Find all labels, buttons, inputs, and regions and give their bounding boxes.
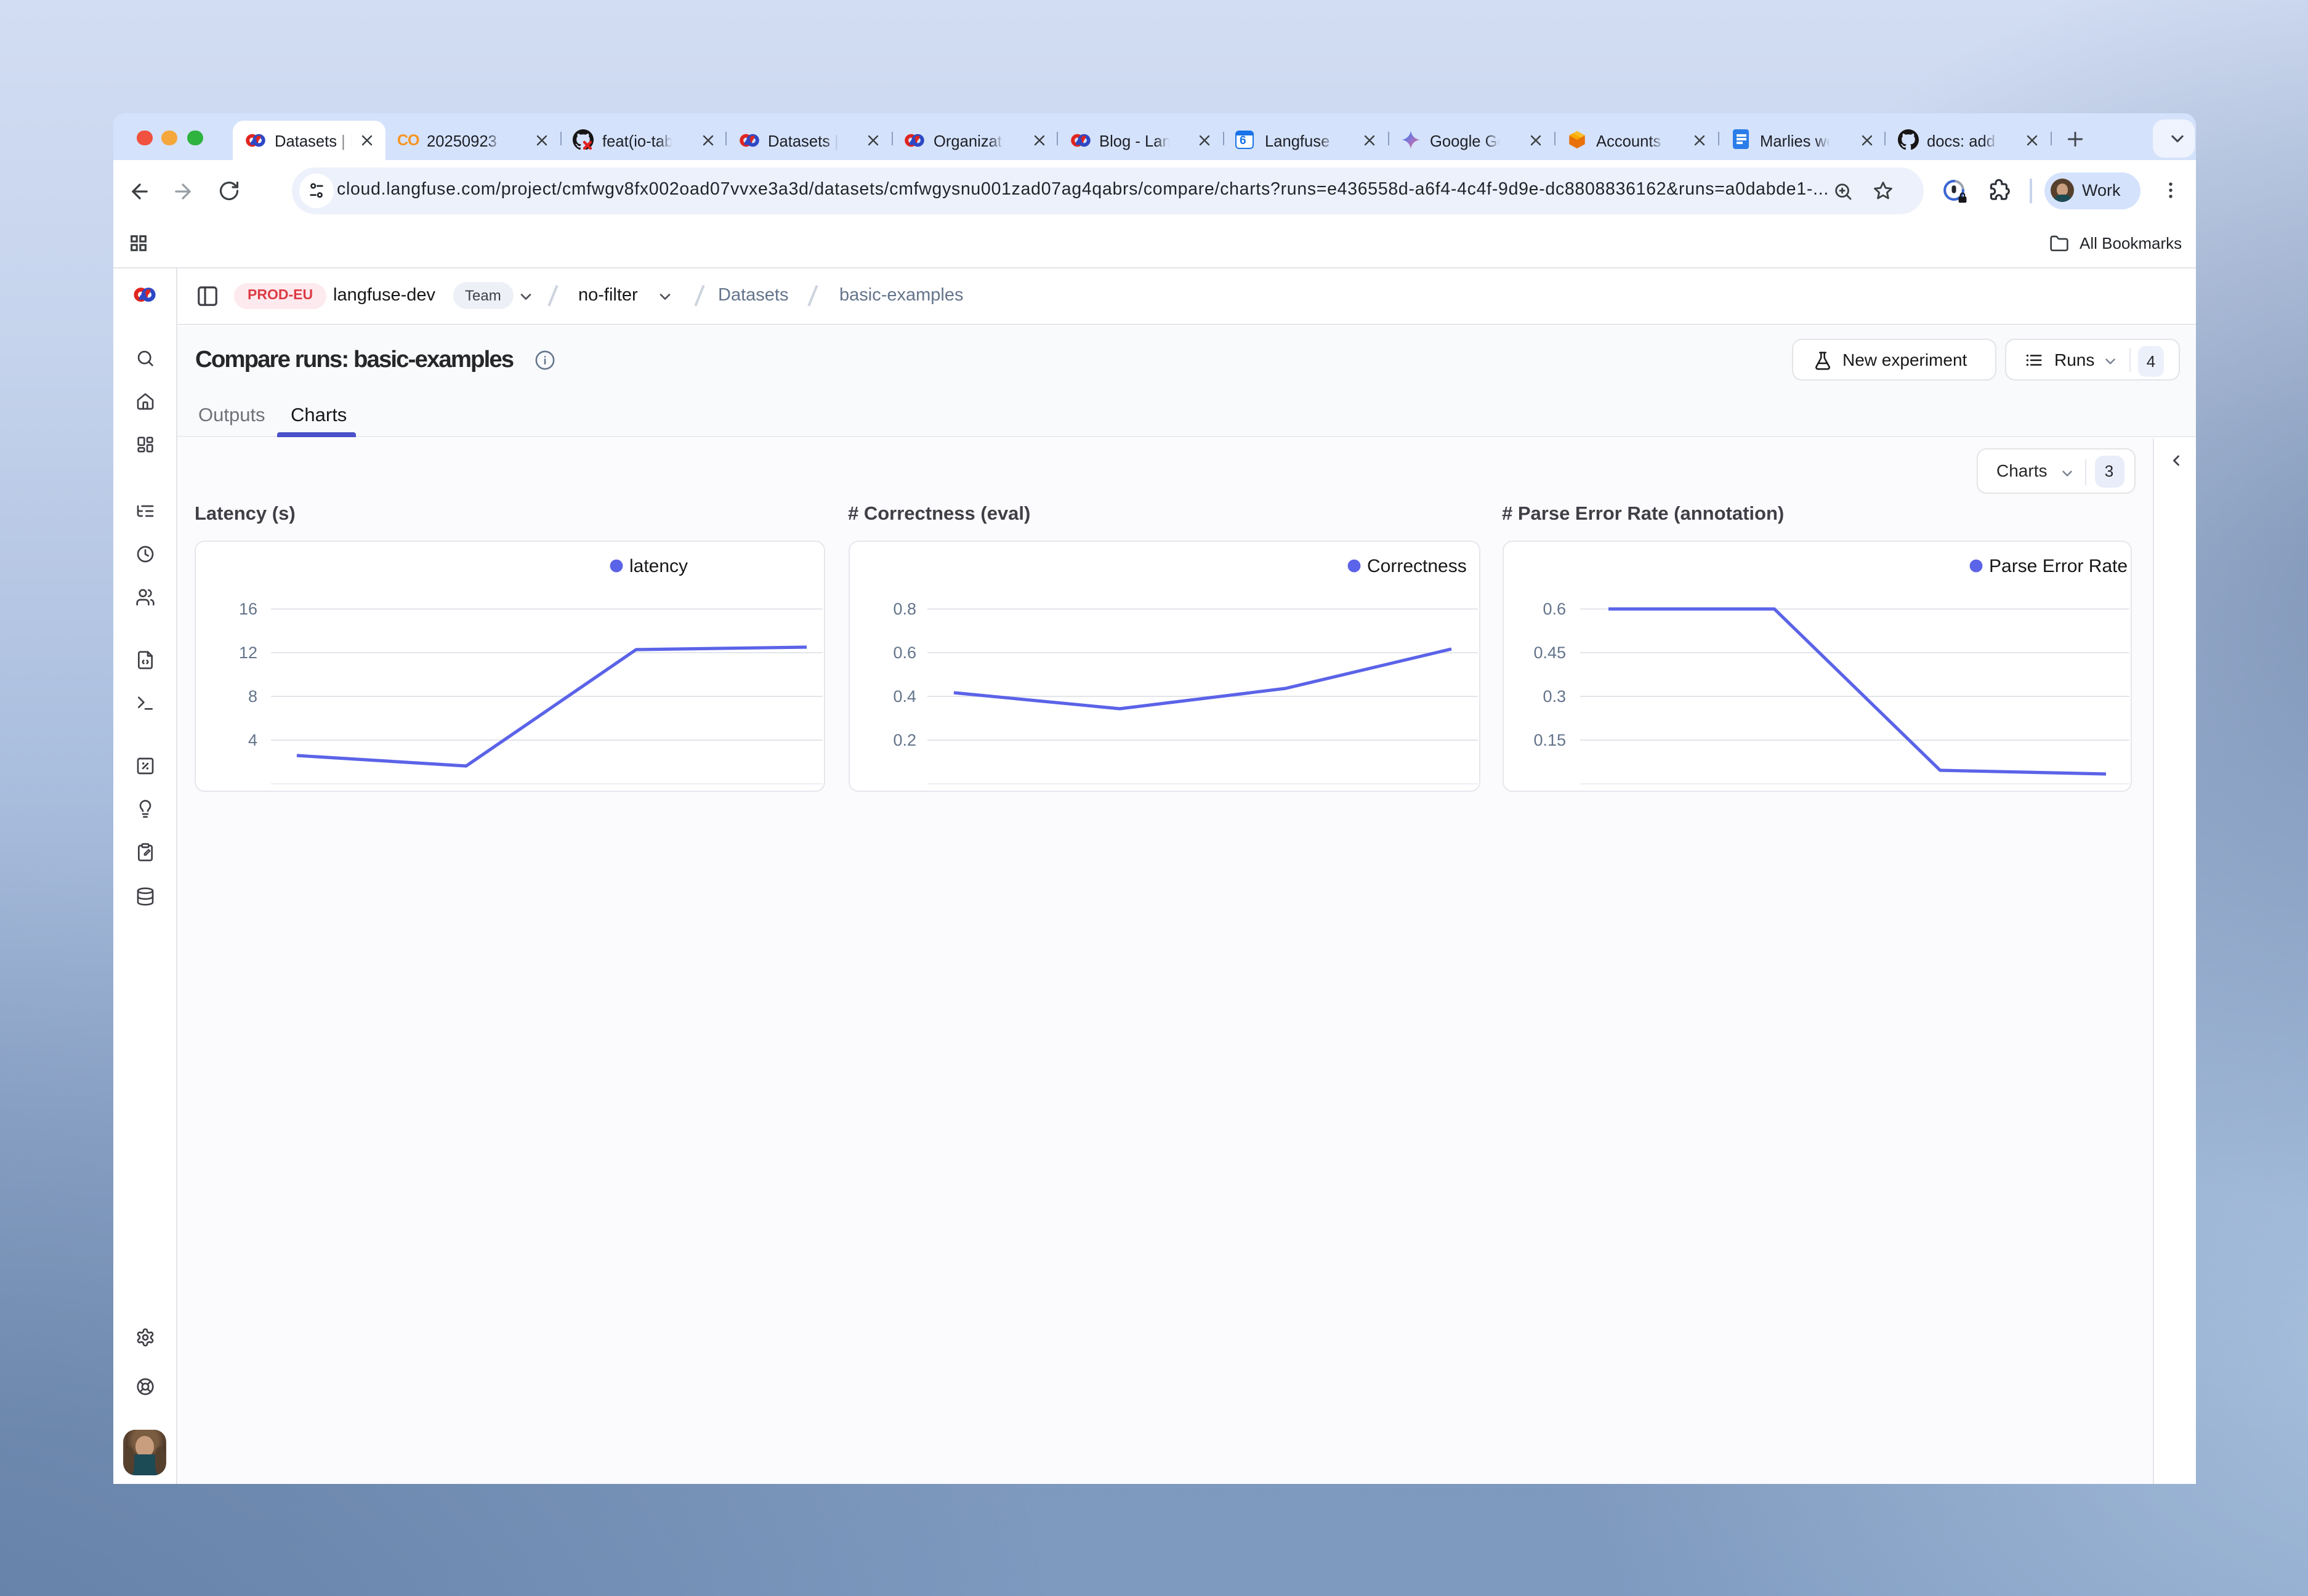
svg-text:Correctness: Correctness bbox=[1366, 555, 1466, 576]
svg-text:0.3: 0.3 bbox=[1542, 687, 1565, 705]
svg-text:0.2: 0.2 bbox=[892, 730, 916, 749]
svg-text:0.45: 0.45 bbox=[1533, 643, 1565, 661]
svg-text:12: 12 bbox=[239, 643, 257, 661]
svg-text:latency: latency bbox=[629, 555, 688, 576]
svg-text:0.8: 0.8 bbox=[892, 599, 916, 618]
svg-text:8: 8 bbox=[248, 687, 257, 705]
svg-text:0.6: 0.6 bbox=[892, 643, 916, 661]
svg-text:4: 4 bbox=[248, 730, 257, 749]
svg-text:0.15: 0.15 bbox=[1533, 730, 1565, 749]
svg-text:0.6: 0.6 bbox=[1542, 599, 1565, 618]
svg-text:0.4: 0.4 bbox=[892, 687, 916, 705]
svg-text:Parse Error Rate: Parse Error Rate bbox=[1988, 555, 2127, 576]
svg-text:16: 16 bbox=[239, 599, 257, 618]
